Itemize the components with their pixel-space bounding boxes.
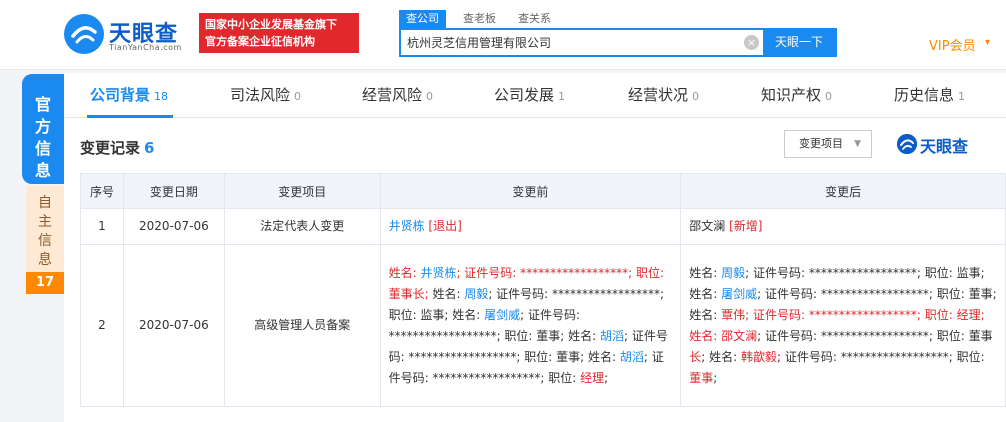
- vip-member-link[interactable]: VIP会员: [929, 35, 976, 54]
- cell-after: 邵文澜 [新增]: [680, 208, 1006, 245]
- header-item: 变更项目: [223, 173, 381, 209]
- change-item-filter[interactable]: 变更项目 ▼: [784, 130, 872, 158]
- filter-label: 变更项目: [799, 137, 843, 150]
- sidebar-official-info[interactable]: 官方信息: [22, 74, 64, 184]
- cell-item: 法定代表人变更: [223, 208, 381, 245]
- watermark-logo-icon: [897, 134, 917, 154]
- person-name-link[interactable]: 屠剑威: [484, 308, 520, 322]
- before-content: 井贤栋 [退出]: [389, 219, 462, 233]
- header-after: 变更后: [680, 173, 1006, 209]
- sidebar-self-label: 自主信息: [38, 195, 52, 268]
- tab-history-info[interactable]: 历史信息 1: [894, 73, 965, 118]
- tab-label: 知识产权: [761, 86, 822, 104]
- after-content: 邵文澜 [新增]: [689, 219, 762, 233]
- person-name-link[interactable]: 屠剑威: [721, 287, 757, 301]
- change-text: ; 证件号码: ******************; 职位:: [777, 349, 985, 364]
- change-text: 姓名:: [689, 265, 722, 280]
- main-panel: 公司背景 18 司法风险 0 经营风险 0 公司发展 1 经营状况 0 知识产权 0 历史信…: [64, 73, 1006, 422]
- change-text: ; 姓名:: [701, 349, 742, 364]
- cell-item: 高级管理人员备案: [223, 244, 381, 407]
- before-content: 姓名: 井贤栋; 证件号码: ******************; 职位: 董…: [389, 266, 668, 385]
- tab-operating-risk[interactable]: 经营风险 0: [362, 73, 433, 118]
- search-tab-company[interactable]: 查公司: [399, 10, 446, 28]
- tab-label: 经营风险: [362, 86, 423, 104]
- active-tab-underline: [87, 115, 173, 118]
- cell-before: 井贤栋 [退出]: [379, 208, 682, 245]
- search-input[interactable]: 杭州灵芝信用管理有限公司: [407, 35, 551, 51]
- caret-down-icon: ▼: [854, 139, 861, 149]
- search-box: 杭州灵芝信用管理有限公司 × 天眼一下: [399, 28, 837, 57]
- watermark-text: 天眼查: [920, 137, 969, 156]
- person-name-link[interactable]: 胡滔: [620, 350, 644, 364]
- header-before: 变更前: [379, 173, 682, 209]
- tab-company-development[interactable]: 公司发展 1: [494, 73, 565, 118]
- tab-count: 18: [154, 90, 169, 103]
- search-tab-relation[interactable]: 查关系: [518, 10, 551, 28]
- change-text: ; 证件号码: ******************; 职位: 董事: [757, 328, 993, 343]
- tab-label: 公司发展: [494, 86, 555, 104]
- table-row: 1 2020-07-06 法定代表人变更 井贤栋 [退出] 邵文澜 [新增]: [80, 208, 1006, 245]
- chevron-down-icon: ▾: [985, 37, 991, 48]
- change-text: [退出]: [424, 219, 462, 233]
- cell-date: 2020-07-06: [122, 208, 225, 245]
- badge-line-2: 官方备案企业征信机构: [205, 35, 315, 48]
- cell-index: 2: [80, 244, 124, 407]
- official-badge: 国家中小企业发展基金旗下 官方备案企业征信机构: [199, 13, 359, 53]
- cell-date: 2020-07-06: [122, 244, 225, 407]
- tab-count: 1: [958, 90, 966, 103]
- change-record-table: 序号 变更日期 变更项目 变更前 变更后 1 2020-07-06 法定代表人变…: [80, 173, 1006, 407]
- cell-after: 姓名: 周毅; 证件号码: ******************; 职位: 监事…: [680, 244, 1006, 407]
- tab-count: 0: [426, 90, 434, 103]
- cell-index: 1: [80, 208, 124, 245]
- logo-mark-icon: [64, 14, 104, 54]
- tab-count: 0: [825, 90, 833, 103]
- cell-before: 姓名: 井贤栋; 证件号码: ******************; 职位: 董…: [379, 244, 682, 407]
- tab-label: 历史信息: [894, 86, 955, 104]
- section-count: 6: [144, 139, 155, 157]
- tab-label: 司法风险: [230, 86, 291, 104]
- tab-count: 0: [692, 90, 700, 103]
- change-text: [新增]: [725, 219, 763, 233]
- tab-company-background[interactable]: 公司背景 18: [90, 73, 168, 118]
- table-row: 2 2020-07-06 高级管理人员备案 姓名: 井贤栋; 证件号码: ***…: [80, 244, 1006, 407]
- person-name-link[interactable]: 胡滔: [600, 329, 624, 343]
- tab-intellectual-property[interactable]: 知识产权 0: [761, 73, 832, 118]
- logo-subtext: TianYanCha.com: [109, 43, 182, 52]
- person-name-link[interactable]: 井贤栋: [389, 219, 425, 233]
- tab-count: 0: [294, 90, 302, 103]
- after-content: 姓名: 周毅; 证件号码: ******************; 职位: 监事…: [689, 266, 996, 385]
- tianyancha-logo[interactable]: 天眼查 TianYanCha.com: [64, 14, 189, 56]
- top-header: 天眼查 TianYanCha.com 国家中小企业发展基金旗下 官方备案企业征信…: [0, 0, 1006, 70]
- search-tab-boss[interactable]: 查老板: [463, 10, 496, 28]
- section-title-text: 变更记录: [80, 139, 141, 157]
- change-text: 覃伟: [721, 307, 746, 322]
- tab-operating-status[interactable]: 经营状况 0: [628, 73, 699, 118]
- section-title: 变更记录 6: [80, 137, 154, 158]
- header-index: 序号: [80, 173, 124, 209]
- sidebar-self-count: 17: [26, 272, 64, 294]
- change-text: 长: [689, 349, 702, 364]
- person-name-link[interactable]: 周毅: [464, 287, 488, 301]
- change-text: 邵文澜: [689, 219, 726, 233]
- sidebar-official-label: 官方信息: [34, 95, 51, 180]
- search-button[interactable]: 天眼一下: [763, 30, 835, 55]
- tab-count: 1: [558, 90, 566, 103]
- change-text: ;: [604, 370, 609, 385]
- tab-label: 公司背景: [90, 86, 151, 104]
- change-text: ;: [713, 370, 718, 385]
- tab-judicial-risk[interactable]: 司法风险 0: [230, 73, 301, 118]
- category-tabs: 公司背景 18 司法风险 0 经营风险 0 公司发展 1 经营状况 0 知识产权 0 历史信…: [64, 73, 1006, 118]
- person-name-link[interactable]: 井贤栋: [420, 266, 456, 280]
- change-text: 韩歆毅: [741, 349, 778, 364]
- change-text: 姓名:: [432, 286, 465, 301]
- person-name-link[interactable]: 周毅: [721, 266, 745, 280]
- clear-icon[interactable]: ×: [744, 35, 759, 50]
- change-text: 经理: [580, 370, 605, 385]
- badge-line-1: 国家中小企业发展基金旗下: [205, 18, 337, 31]
- tab-label: 经营状况: [628, 86, 689, 104]
- change-text: 姓名:: [388, 265, 421, 280]
- header-date: 变更日期: [122, 173, 225, 209]
- change-text: 董事: [689, 370, 714, 385]
- table-header-row: 序号 变更日期 变更项目 变更前 变更后: [80, 173, 1006, 209]
